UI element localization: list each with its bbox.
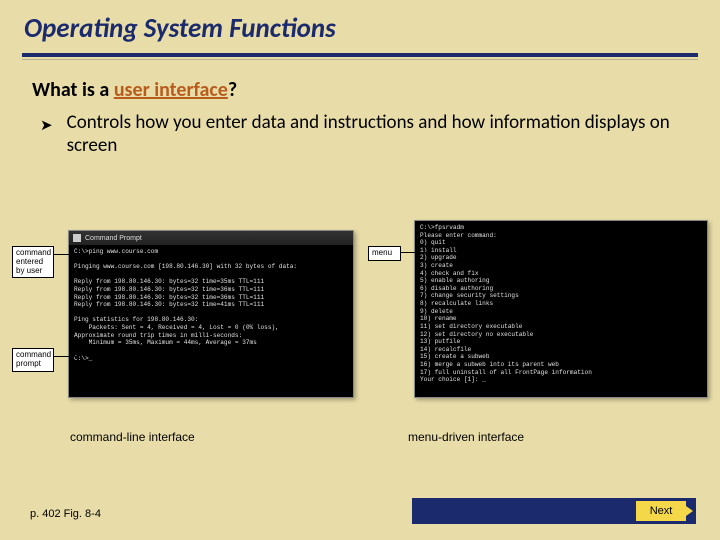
callout-connector	[54, 254, 78, 255]
window-icon	[73, 234, 81, 242]
page-title: Operating System Functions	[24, 12, 696, 45]
callout-menu: menu	[368, 246, 401, 261]
question-suffix: ?	[228, 78, 237, 102]
title-rule	[22, 53, 698, 57]
caption-menu: menu-driven interface	[408, 430, 524, 444]
chevron-icon: ➤	[40, 116, 53, 135]
question-prefix: What is a	[32, 78, 114, 102]
menu-screenshot: C:\>fpsrvadm Please enter command: 0) qu…	[414, 220, 708, 398]
page-reference: p. 402 Fig. 8-4	[30, 508, 101, 520]
next-button[interactable]: Next	[636, 501, 686, 521]
cli-text: C:\>ping www.course.com Pinging www.cour…	[69, 245, 353, 365]
question-keyword: user interface	[114, 78, 228, 102]
question-heading: What is a user interface?	[32, 78, 692, 102]
bullet-text: Controls how you enter data and instruct…	[67, 112, 692, 158]
cli-screenshot: Command Prompt C:\>ping www.course.com P…	[68, 230, 354, 398]
callout-command-entered: command entered by user	[12, 246, 54, 278]
next-label: Next	[650, 505, 673, 517]
callout-command-prompt: command prompt	[12, 348, 54, 372]
caption-cli: command-line interface	[70, 430, 195, 444]
illustration-area: Command Prompt C:\>ping www.course.com P…	[12, 220, 696, 420]
callout-connector	[54, 356, 78, 357]
menu-text: C:\>fpsrvadm Please enter command: 0) qu…	[415, 221, 707, 387]
arrow-right-icon	[686, 506, 693, 516]
cli-window-title: Command Prompt	[85, 235, 142, 242]
callout-connector	[401, 252, 437, 253]
